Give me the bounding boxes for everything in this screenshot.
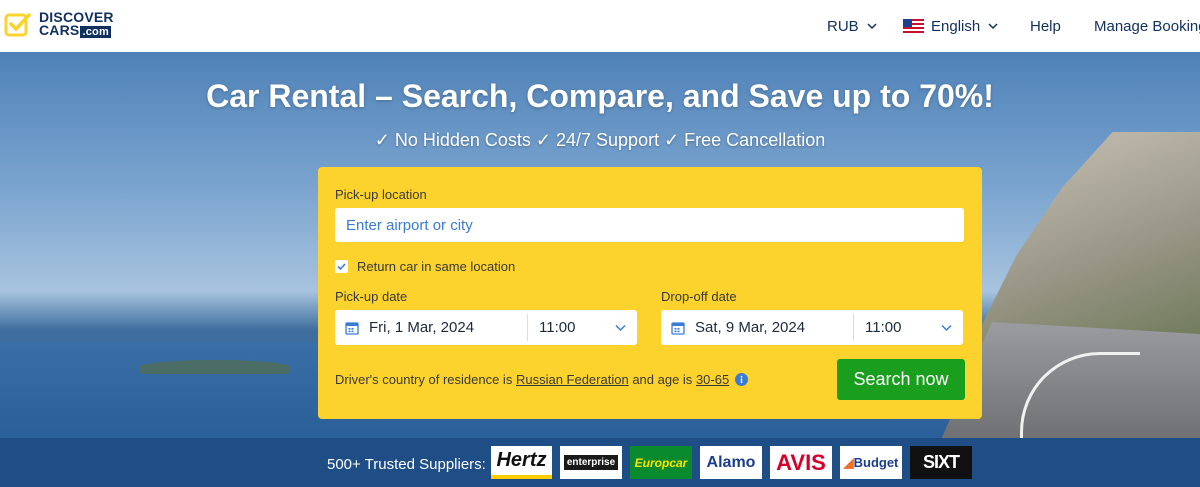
driver-residence-info: Driver's country of residence is Russian… <box>335 372 749 387</box>
residence-prefix: Driver's country of residence is <box>335 372 513 387</box>
supplier-logo-europcar: Europcar <box>630 446 692 479</box>
supplier-logo-hertz: Hertz <box>491 446 552 479</box>
site-header: DISCOVER CARS .com RUB English Help Manag… <box>0 0 1200 52</box>
age-prefix: and age is <box>632 372 693 387</box>
logo-suffix: .com <box>80 26 111 38</box>
help-link[interactable]: Help <box>1030 18 1061 35</box>
language-selector[interactable]: English <box>903 18 1003 35</box>
supplier-logo-enterprise: enterprise <box>560 446 622 479</box>
budget-wordmark: Budget <box>853 455 899 470</box>
residence-country-link[interactable]: Russian Federation <box>516 372 629 387</box>
pickup-location-label: Pick-up location <box>335 187 427 202</box>
chevron-down-icon <box>615 324 626 332</box>
dropoff-time-value[interactable]: 11:00 <box>865 319 925 336</box>
chevron-down-icon <box>988 23 998 30</box>
discovercars-logo[interactable]: DISCOVER CARS .com <box>4 10 114 38</box>
currency-selector[interactable]: RUB <box>827 18 877 35</box>
dropoff-date-field[interactable]: Sat, 9 Mar, 2024 11:00 <box>661 310 963 345</box>
return-same-location-checkbox[interactable] <box>335 260 348 273</box>
us-flag-icon <box>903 19 924 33</box>
hero-island <box>140 360 290 374</box>
logo-line-2: CARS <box>39 22 80 38</box>
return-same-location-label[interactable]: Return car in same location <box>357 259 515 274</box>
suppliers-strip: 500+ Trusted Suppliers: Hertz enterprise… <box>0 438 1200 487</box>
supplier-logo-alamo: Alamo <box>700 446 762 479</box>
search-now-button[interactable]: Search now <box>837 359 965 400</box>
calendar-icon <box>671 321 685 335</box>
logo-wordmark: DISCOVER CARS .com <box>39 10 114 38</box>
checkmark-icon <box>337 263 346 271</box>
age-range-link[interactable]: 30-65 <box>696 372 729 387</box>
budget-mark-icon: ◢ <box>843 454 854 470</box>
hero-title: Car Rental – Search, Compare, and Save u… <box>206 78 994 114</box>
dropoff-date-label: Drop-off date <box>661 289 737 304</box>
manage-booking-link[interactable]: Manage Booking <box>1094 18 1200 35</box>
field-divider <box>853 314 854 341</box>
suppliers-label: 500+ Trusted Suppliers: <box>327 456 486 473</box>
pickup-date-value: Fri, 1 Mar, 2024 <box>369 319 475 336</box>
currency-label: RUB <box>827 17 859 35</box>
logo-checkmark-icon <box>4 13 31 37</box>
supplier-logo-budget: ◢ Budget <box>840 446 902 479</box>
pickup-date-field[interactable]: Fri, 1 Mar, 2024 11:00 <box>335 310 637 345</box>
pickup-location-input[interactable] <box>335 208 964 242</box>
pickup-date-label: Pick-up date <box>335 289 408 304</box>
hero-subtitle: ✓ No Hidden Costs ✓ 24/7 Support ✓ Free … <box>374 130 826 150</box>
pickup-time-value[interactable]: 11:00 <box>539 319 599 336</box>
chevron-down-icon <box>941 324 952 332</box>
language-label: English <box>931 17 981 35</box>
dropoff-date-value: Sat, 9 Mar, 2024 <box>695 319 806 336</box>
search-form: Pick-up location Return car in same loca… <box>318 167 982 419</box>
chevron-down-icon <box>867 23 877 30</box>
calendar-icon <box>345 321 359 335</box>
enterprise-wordmark: enterprise <box>563 455 619 470</box>
field-divider <box>527 314 528 341</box>
supplier-logo-sixt: SIXT <box>910 446 972 479</box>
supplier-logo-avis: AVIS <box>770 446 832 479</box>
info-icon[interactable] <box>735 373 749 386</box>
